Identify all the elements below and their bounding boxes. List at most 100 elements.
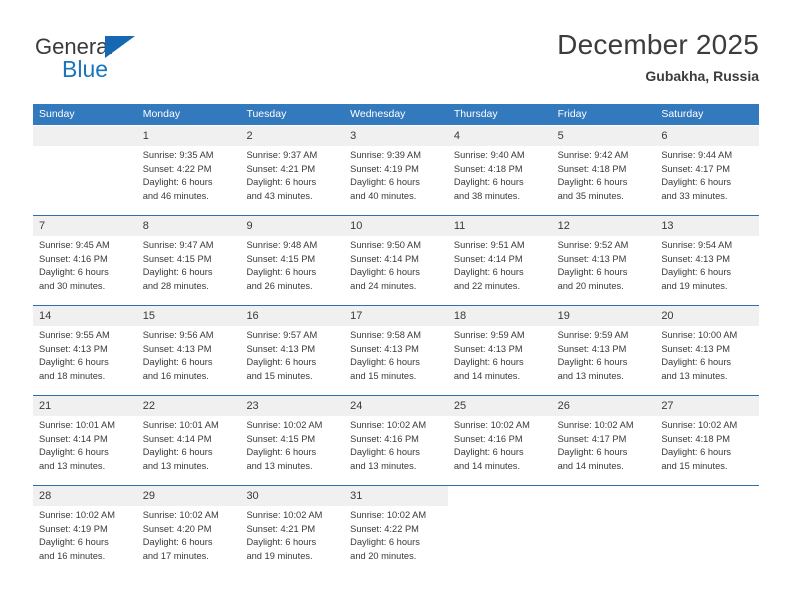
calendar-day-cell-6[interactable]: 6 Sunrise: 9:44 AM Sunset: 4:17 PM Daylight… [655,126,760,215]
page-header: General Blue December 2025 Gubakha, Russ… [33,28,759,92]
day-number-band [447,486,552,506]
day-detail-line: Sunset: 4:13 PM [661,253,731,264]
day-detail-line: Sunrise: 10:02 AM [142,510,219,520]
day-detail-line: and 16 minutes. [39,550,106,561]
calendar-day-cell-21[interactable]: 21 Sunrise: 10:01 AM Sunset: 4:14 PM Daylig… [33,396,137,485]
day-sun-details: Sunrise: 9:55 AM Sunset: 4:13 PM Daylight:… [39,329,133,383]
day-detail-line: Sunrise: 10:00 AM [661,330,738,340]
calendar-day-cell-7[interactable]: 7 Sunrise: 9:45 AM Sunset: 4:16 PM Daylight… [33,216,137,305]
calendar-day-cell-15[interactable]: 15 Sunrise: 9:56 AM Sunset: 4:13 PM Dayligh… [136,306,241,395]
day-detail-line: Sunrise: 9:35 AM [142,150,214,160]
day-detail-line: Sunset: 4:16 PM [39,253,108,264]
day-number: 2 [246,130,253,142]
day-sun-details: Sunrise: 10:02 AM Sunset: 4:21 PM Daylight… [246,509,340,563]
day-number: 14 [39,310,52,322]
day-detail-line: and 15 minutes. [350,370,417,381]
calendar-day-cell-14[interactable]: 14 Sunrise: 9:55 AM Sunset: 4:13 PM Dayligh… [33,306,137,395]
day-number: 20 [661,310,674,322]
day-detail-line: Sunset: 4:14 PM [350,253,419,264]
day-detail-line: Sunrise: 10:02 AM [39,510,115,520]
calendar-day-cell-20[interactable]: 20 Sunrise: 10:00 AM Sunset: 4:13 PM Daylig… [655,306,760,395]
calendar-day-cell-10[interactable]: 10 Sunrise: 9:50 AM Sunset: 4:14 PM Dayligh… [344,216,448,305]
day-detail-line: Daylight: 6 hours [142,537,213,548]
day-detail-line: Sunset: 4:13 PM [453,343,523,354]
day-detail-line: and 26 minutes. [246,280,313,291]
calendar-day-cell-22[interactable]: 22 Sunrise: 10:01 AM Sunset: 4:14 PM Daylig… [136,396,241,485]
day-detail-line: Sunrise: 9:56 AM [142,330,214,340]
calendar-day-cell-28[interactable]: 28 Sunrise: 10:02 AM Sunset: 4:19 PM Daylig… [33,486,137,575]
day-number: 3 [350,130,357,142]
day-detail-line: Daylight: 6 hours [453,177,524,188]
day-detail-line: and 43 minutes. [246,190,313,201]
day-detail-line: Daylight: 6 hours [557,357,628,368]
calendar-day-cell-9[interactable]: 9 Sunrise: 9:48 AM Sunset: 4:15 PM Daylight… [240,216,345,305]
day-number: 30 [246,490,259,502]
day-number-band [136,126,241,146]
calendar-day-cell-18[interactable]: 18 Sunrise: 9:59 AM Sunset: 4:13 PM Dayligh… [447,306,552,395]
weekday-header-sunday: Sunday [39,108,75,120]
calendar-day-cell-29[interactable]: 29 Sunrise: 10:02 AM Sunset: 4:20 PM Daylig… [136,486,241,575]
calendar-day-cell-23[interactable]: 23 Sunrise: 10:02 AM Sunset: 4:15 PM Daylig… [240,396,345,485]
day-sun-details: Sunrise: 9:44 AM Sunset: 4:17 PM Daylight:… [661,149,755,203]
calendar-day-cell-17[interactable]: 17 Sunrise: 9:58 AM Sunset: 4:13 PM Dayligh… [344,306,448,395]
day-detail-line: Sunrise: 9:55 AM [39,330,110,340]
day-detail-line: and 13 minutes. [350,460,417,471]
day-detail-line: Sunset: 4:16 PM [350,433,419,444]
day-sun-details: Sunrise: 10:02 AM Sunset: 4:18 PM Daylight… [661,419,755,473]
calendar-day-cell-13[interactable]: 13 Sunrise: 9:54 AM Sunset: 4:13 PM Dayligh… [655,216,760,305]
day-number-band [240,216,345,236]
calendar-day-cell-19[interactable]: 19 Sunrise: 9:59 AM Sunset: 4:13 PM Dayligh… [551,306,656,395]
calendar-day-cell-25[interactable]: 25 Sunrise: 10:02 AM Sunset: 4:16 PM Daylig… [447,396,552,485]
day-detail-line: Daylight: 6 hours [350,357,420,368]
calendar-day-cell-27[interactable]: 27 Sunrise: 10:02 AM Sunset: 4:18 PM Daylig… [655,396,760,485]
calendar-day-cell-8[interactable]: 8 Sunrise: 9:47 AM Sunset: 4:15 PM Daylight… [136,216,241,305]
day-number-band [655,126,760,146]
day-detail-line: Sunset: 4:13 PM [142,343,212,354]
day-detail-line: Sunrise: 10:02 AM [246,510,323,520]
day-detail-line: Sunset: 4:13 PM [557,343,627,354]
day-detail-line: Sunrise: 10:01 AM [39,420,115,430]
day-detail-line: Daylight: 6 hours [453,447,524,458]
calendar-day-cell-31[interactable]: 31 Sunrise: 10:02 AM Sunset: 4:22 PM Daylig… [344,486,448,575]
day-detail-line: Sunset: 4:15 PM [142,253,212,264]
calendar-week-row: 28 Sunrise: 10:02 AM Sunset: 4:19 PM Daylig… [33,485,760,575]
day-number: 8 [142,220,149,232]
calendar-day-cell-24[interactable]: 24 Sunrise: 10:02 AM Sunset: 4:16 PM Daylig… [344,396,448,485]
day-sun-details: Sunrise: 10:00 AM Sunset: 4:13 PM Daylight… [661,329,755,383]
day-number-band [136,216,241,236]
calendar-day-cell-4[interactable]: 4 Sunrise: 9:40 AM Sunset: 4:18 PM Daylight… [447,126,552,215]
day-sun-details: Sunrise: 9:48 AM Sunset: 4:15 PM Daylight:… [246,239,340,293]
day-detail-line: Sunrise: 10:01 AM [142,420,219,430]
calendar-day-cell-3[interactable]: 3 Sunrise: 9:39 AM Sunset: 4:19 PM Daylight… [344,126,448,215]
day-number: 13 [661,220,674,232]
day-detail-line: and 22 minutes. [453,280,521,291]
day-detail-line: Daylight: 6 hours [350,267,420,278]
calendar-day-cell-30[interactable]: 30 Sunrise: 10:02 AM Sunset: 4:21 PM Daylig… [240,486,345,575]
calendar-day-cell-2[interactable]: 2 Sunrise: 9:37 AM Sunset: 4:21 PM Daylight… [240,126,345,215]
general-blue-logo[interactable]: General Blue [33,34,223,92]
day-detail-line: Daylight: 6 hours [39,537,109,548]
calendar-day-cell-16[interactable]: 16 Sunrise: 9:57 AM Sunset: 4:13 PM Dayligh… [240,306,345,395]
calendar-day-cell-11[interactable]: 11 Sunrise: 9:51 AM Sunset: 4:14 PM Dayligh… [447,216,552,305]
calendar-day-cell-5[interactable]: 5 Sunrise: 9:42 AM Sunset: 4:18 PM Daylight… [551,126,656,215]
day-number: 17 [350,310,363,322]
title-block: December 2025 Gubakha, Russia [557,28,759,86]
day-sun-details: Sunrise: 10:02 AM Sunset: 4:19 PM Daylight… [39,509,133,563]
day-sun-details: Sunrise: 9:54 AM Sunset: 4:13 PM Daylight:… [661,239,755,293]
day-detail-line: Daylight: 6 hours [350,177,420,188]
day-detail-line: Daylight: 6 hours [246,267,317,278]
calendar-day-cell-12[interactable]: 12 Sunrise: 9:52 AM Sunset: 4:13 PM Dayligh… [551,216,656,305]
day-detail-line: Sunset: 4:18 PM [557,163,627,174]
day-detail-line: Sunrise: 9:58 AM [350,330,421,340]
day-detail-line: Sunset: 4:19 PM [39,523,108,534]
calendar-day-cell-26[interactable]: 26 Sunrise: 10:02 AM Sunset: 4:17 PM Daylig… [551,396,656,485]
calendar-day-cell-1[interactable]: 1 Sunrise: 9:35 AM Sunset: 4:22 PM Daylight… [136,126,241,215]
day-detail-line: and 46 minutes. [142,190,209,201]
day-detail-line: Sunset: 4:17 PM [661,163,731,174]
day-sun-details: Sunrise: 9:42 AM Sunset: 4:18 PM Daylight:… [558,149,652,203]
day-detail-line: Sunrise: 9:54 AM [661,240,733,250]
day-detail-line: and 13 minutes. [142,460,209,471]
day-detail-line: Sunset: 4:16 PM [453,433,523,444]
day-detail-line: Daylight: 6 hours [350,447,420,458]
day-number-band [655,486,760,506]
